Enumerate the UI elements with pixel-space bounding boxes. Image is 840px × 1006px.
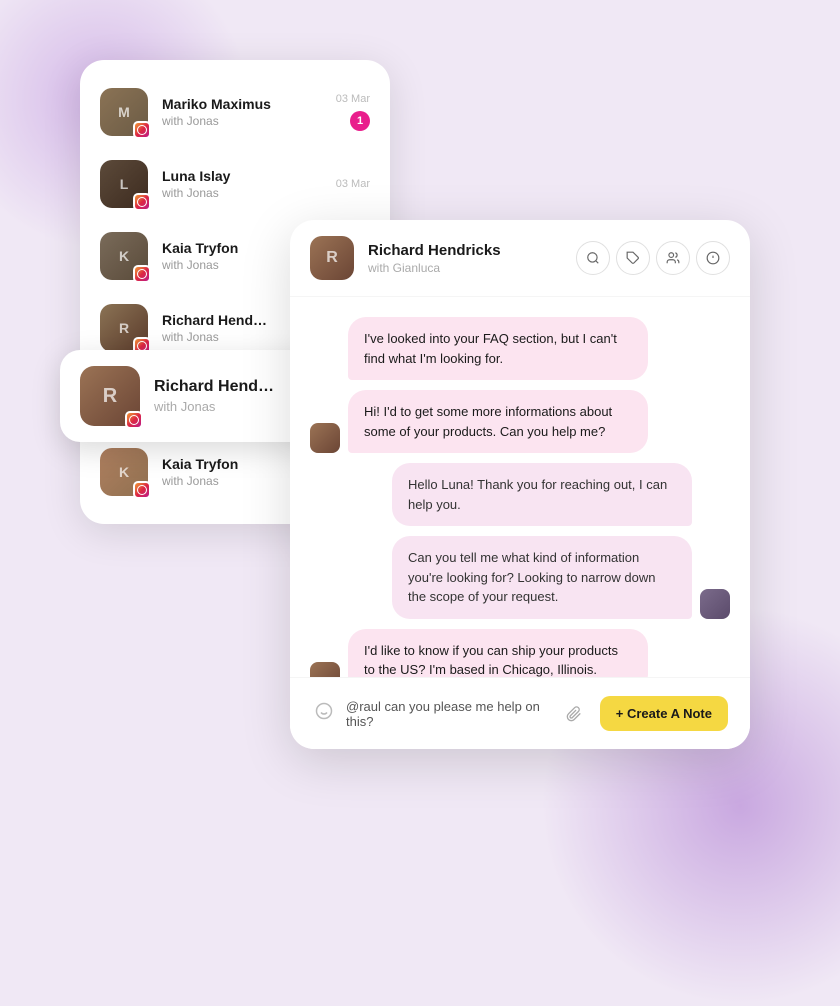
conv-meta: 03 Mar — [336, 178, 370, 190]
conv-date: 03 Mar — [336, 93, 370, 105]
scene: M Mariko Maximus with Jonas 03 Mar 1 L L… — [0, 0, 840, 906]
chat-contact-name: Richard Hendricks — [368, 242, 562, 259]
message-avatar — [310, 423, 340, 453]
conv-info: Luna Islay with Jonas — [162, 168, 322, 200]
chat-input-bar: @raul can you please me help on this? + … — [306, 692, 734, 735]
unread-badge: 1 — [350, 111, 370, 131]
attach-button[interactable] — [558, 698, 590, 730]
tag-button[interactable] — [616, 241, 650, 275]
search-button[interactable] — [576, 241, 610, 275]
message-row: Can you tell me what kind of information… — [310, 536, 730, 619]
message-row: Hello Luna! Thank you for reaching out, … — [310, 463, 730, 526]
instagram-badge — [133, 193, 151, 211]
richard-highlight-name: Richard Hend… — [154, 378, 274, 396]
chat-header-actions — [576, 241, 730, 275]
chat-input-text[interactable]: @raul can you please me help on this? — [346, 699, 548, 729]
chat-input-area: @raul can you please me help on this? + … — [290, 677, 750, 749]
conv-meta: 03 Mar 1 — [336, 93, 370, 131]
instagram-badge — [133, 121, 151, 139]
conv-sub: with Jonas — [162, 186, 322, 200]
conv-list-item[interactable]: M Mariko Maximus with Jonas 03 Mar 1 — [80, 76, 390, 148]
conv-sub: with Jonas — [162, 114, 322, 128]
message-bubble: Hi! I'd to get some more informations ab… — [348, 390, 648, 453]
message-row: Hi! I'd to get some more informations ab… — [310, 390, 730, 453]
conv-avatar-wrap: M — [100, 88, 148, 136]
message-row: I've looked into your FAQ section, but I… — [310, 317, 730, 380]
conv-name: Luna Islay — [162, 168, 322, 184]
richard-highlight-sub: with Jonas — [154, 399, 274, 414]
message-row: I'd like to know if you can ship your pr… — [310, 629, 730, 678]
conv-avatar-wrap: R — [100, 304, 148, 352]
conv-info: Mariko Maximus with Jonas — [162, 96, 322, 128]
chat-header-info: Richard Hendricks with Gianluca — [368, 242, 562, 275]
richard-highlight-info: Richard Hend… with Jonas — [154, 378, 274, 414]
conv-list-item[interactable]: L Luna Islay with Jonas 03 Mar — [80, 148, 390, 220]
message-bubble: Can you tell me what kind of information… — [392, 536, 692, 619]
instagram-badge — [133, 481, 151, 499]
chat-panel: R Richard Hendricks with Gianluca — [290, 220, 750, 749]
conv-avatar-wrap: L — [100, 160, 148, 208]
chat-contact-avatar: R — [310, 236, 354, 280]
message-bubble: I've looked into your FAQ section, but I… — [348, 317, 648, 380]
chat-messages: I've looked into your FAQ section, but I… — [290, 297, 750, 677]
create-note-button[interactable]: + Create A Note — [600, 696, 728, 731]
message-bubble: Hello Luna! Thank you for reaching out, … — [392, 463, 692, 526]
conv-avatar-wrap: K — [100, 232, 148, 280]
conv-avatar-wrap: K — [100, 448, 148, 496]
message-bubble: I'd like to know if you can ship your pr… — [348, 629, 648, 678]
assign-button[interactable] — [656, 241, 690, 275]
chat-contact-sub: with Gianluca — [368, 261, 562, 275]
conv-name: Mariko Maximus — [162, 96, 322, 112]
message-avatar — [310, 662, 340, 678]
info-button[interactable] — [696, 241, 730, 275]
chat-header: R Richard Hendricks with Gianluca — [290, 220, 750, 297]
instagram-badge — [133, 265, 151, 283]
emoji-icon — [312, 702, 336, 725]
instagram-badge — [125, 411, 143, 429]
conv-date: 03 Mar — [336, 178, 370, 190]
message-avatar — [700, 589, 730, 619]
richard-highlight-avatar: R — [80, 366, 140, 426]
